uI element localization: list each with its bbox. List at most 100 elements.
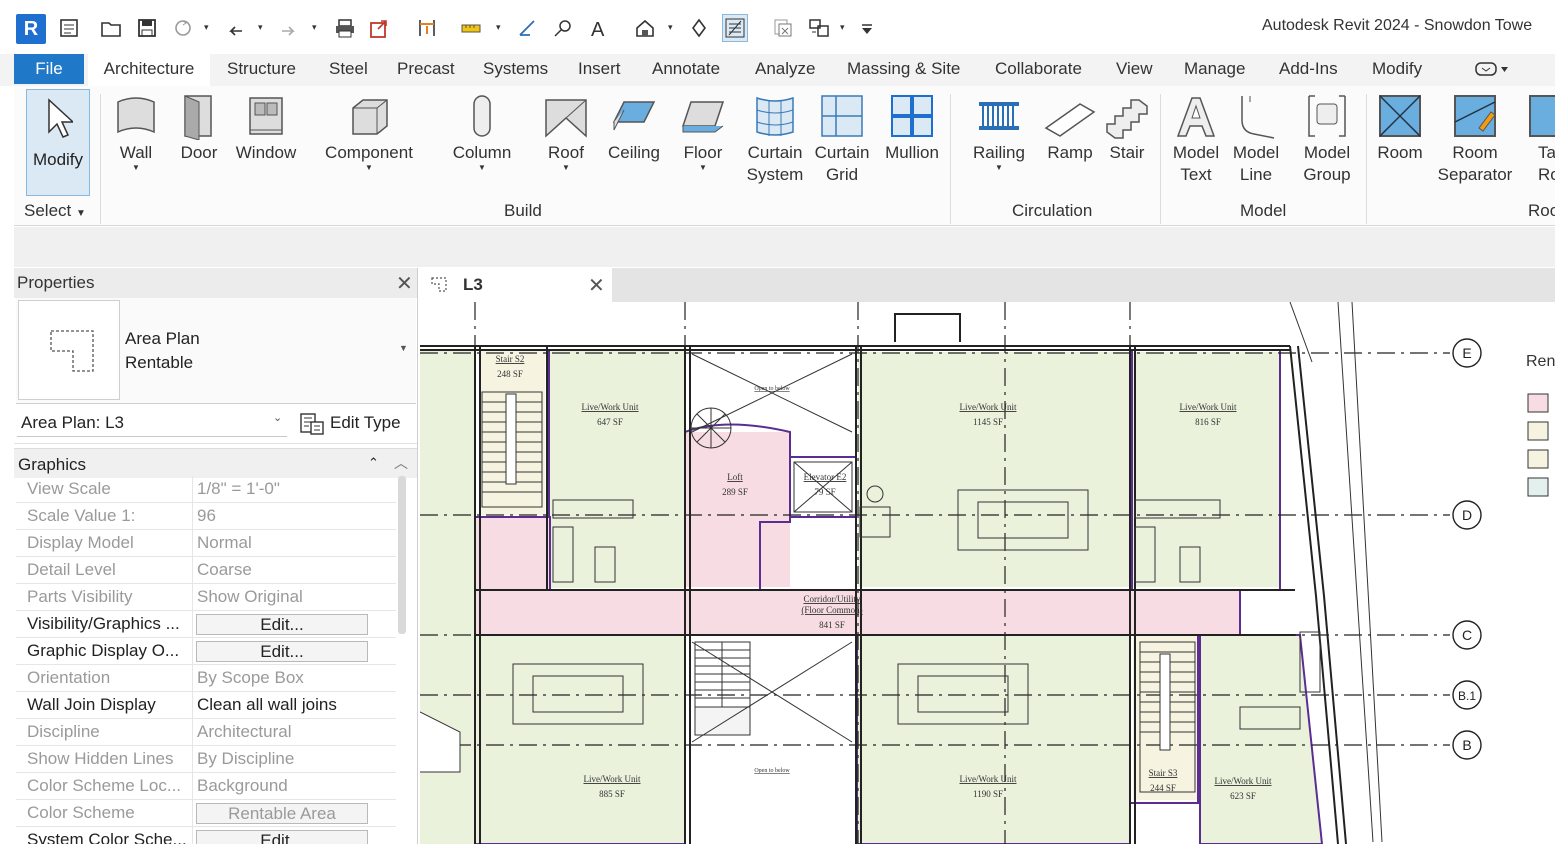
tag-room-tool[interactable]: Ta Roo bbox=[1526, 86, 1555, 186]
property-row[interactable]: Discipline Architectural bbox=[16, 719, 396, 746]
floor-tool[interactable]: Floor ▼ bbox=[678, 86, 728, 172]
open-icon[interactable] bbox=[98, 14, 124, 42]
model-text-tool[interactable]: Model Text bbox=[1168, 86, 1224, 186]
undo-icon[interactable] bbox=[222, 14, 248, 42]
switch-windows-icon[interactable] bbox=[806, 14, 832, 42]
angular-dimension-icon[interactable] bbox=[514, 14, 540, 42]
redo-icon[interactable] bbox=[276, 14, 302, 42]
print-icon[interactable] bbox=[332, 14, 358, 42]
export-icon[interactable] bbox=[366, 14, 392, 42]
tab-systems[interactable]: Systems bbox=[483, 59, 548, 79]
type-selector[interactable]: Area Plan Rentable ▼ bbox=[16, 298, 416, 404]
tab-precast[interactable]: Precast bbox=[397, 59, 455, 79]
stair-tool[interactable]: Stair bbox=[1102, 86, 1152, 164]
roof-tool[interactable]: Roof ▼ bbox=[542, 86, 590, 172]
aligned-dimension-icon[interactable] bbox=[414, 14, 440, 42]
ramp-tool[interactable]: Ramp bbox=[1044, 86, 1096, 164]
room-separator-tool[interactable]: Room Separator bbox=[1434, 86, 1516, 186]
window-tool[interactable]: Window bbox=[230, 86, 302, 164]
section-icon[interactable] bbox=[686, 14, 712, 42]
component-tool[interactable]: Component ▼ bbox=[316, 86, 422, 172]
property-edit-button[interactable]: Edit... bbox=[196, 641, 368, 662]
tab-add-ins[interactable]: Add-Ins bbox=[1279, 59, 1338, 79]
property-row[interactable]: Show Hidden Lines By Discipline bbox=[16, 746, 396, 773]
tag-by-category-icon[interactable] bbox=[550, 14, 576, 42]
property-row[interactable]: Orientation By Scope Box bbox=[16, 665, 396, 692]
mullion-tool[interactable]: Mullion bbox=[880, 86, 944, 164]
curtain-grid-tool[interactable]: Curtain Grid bbox=[812, 86, 872, 186]
redo-dropdown-icon[interactable]: ▾ bbox=[312, 22, 317, 33]
view-tab-l3[interactable]: L3 ✕ bbox=[420, 268, 612, 302]
curtain-system-tool[interactable]: Curtain System bbox=[742, 86, 808, 186]
tab-massing-site[interactable]: Massing & Site bbox=[847, 59, 960, 79]
select-panel-dropdown[interactable]: Select ▼ bbox=[24, 201, 86, 221]
text-icon[interactable]: A bbox=[586, 14, 612, 42]
property-row[interactable]: Graphic Display O... Edit... bbox=[16, 638, 396, 665]
tab-view[interactable]: View bbox=[1116, 59, 1153, 79]
revit-logo[interactable]: R bbox=[16, 14, 46, 44]
property-edit-button[interactable]: Edit... bbox=[196, 614, 368, 635]
recent-files-icon[interactable] bbox=[56, 14, 82, 42]
column-tool[interactable]: Column ▼ bbox=[444, 86, 520, 172]
legend-title: Ren bbox=[1526, 353, 1555, 370]
property-row[interactable]: Visibility/Graphics ... Edit... bbox=[16, 611, 396, 638]
properties-scrollbar[interactable] bbox=[398, 476, 406, 634]
sync-icon[interactable] bbox=[170, 14, 196, 42]
tab-manage[interactable]: Manage bbox=[1184, 59, 1245, 79]
tab-structure[interactable]: Structure bbox=[227, 59, 296, 79]
thin-lines-icon[interactable] bbox=[722, 14, 748, 42]
tab-collaborate[interactable]: Collaborate bbox=[995, 59, 1082, 79]
collapse-icon[interactable]: ⌃ bbox=[368, 455, 379, 471]
save-icon[interactable] bbox=[134, 14, 160, 42]
property-edit-button[interactable]: Edit... bbox=[196, 830, 368, 844]
property-row[interactable]: Scale Value 1: 96 bbox=[16, 503, 396, 530]
tab-file[interactable]: File bbox=[14, 54, 84, 84]
tab-steel[interactable]: Steel bbox=[329, 59, 368, 79]
model-group-tool[interactable]: Model Group bbox=[1296, 86, 1358, 186]
undo-dropdown-icon[interactable]: ▾ bbox=[258, 22, 263, 33]
close-icon[interactable]: ✕ bbox=[396, 271, 413, 296]
property-row[interactable]: System Color Sche... Edit... bbox=[16, 827, 396, 844]
property-row[interactable]: View Scale 1/8" = 1'-0" bbox=[16, 476, 396, 503]
property-row[interactable]: Detail Level Coarse bbox=[16, 557, 396, 584]
modify-tool[interactable]: Modify bbox=[26, 89, 90, 196]
ceiling-tool[interactable]: Ceiling bbox=[604, 86, 664, 164]
property-row[interactable]: Display Model Normal bbox=[16, 530, 396, 557]
customize-toolbar-icon[interactable] bbox=[854, 14, 880, 42]
railing-tool[interactable]: Railing ▼ bbox=[968, 86, 1030, 172]
property-edit-button[interactable]: Rentable Area bbox=[196, 803, 368, 824]
model-line-tool[interactable]: Model Line bbox=[1228, 86, 1284, 186]
tab-annotate[interactable]: Annotate bbox=[652, 59, 720, 79]
chevron-down-icon[interactable]: ⌄ bbox=[273, 411, 282, 424]
graphics-section-header[interactable]: Graphics ⌃ ︿ bbox=[14, 448, 417, 478]
measure-dropdown-icon[interactable]: ▾ bbox=[496, 22, 501, 33]
scroll-up-icon[interactable]: ︿ bbox=[394, 453, 408, 473]
close-icon[interactable]: ✕ bbox=[588, 273, 605, 298]
measure-icon[interactable] bbox=[458, 14, 484, 42]
tab-architecture[interactable]: Architecture bbox=[88, 54, 210, 86]
property-value[interactable]: Clean all wall joins bbox=[197, 695, 337, 715]
drawing-canvas[interactable]: Stair S2 248 SF Live/Work Unit 647 SF Open t… bbox=[420, 302, 1555, 844]
stair-icon bbox=[1106, 99, 1148, 139]
3d-view-dropdown-icon[interactable]: ▾ bbox=[668, 22, 673, 33]
properties-title: Properties bbox=[17, 273, 95, 292]
switch-windows-dropdown-icon[interactable]: ▾ bbox=[840, 22, 845, 33]
instance-filter-dropdown[interactable]: Area Plan: L3 bbox=[17, 409, 287, 437]
property-row[interactable]: Color Scheme Loc... Background bbox=[16, 773, 396, 800]
floor-plan-drawing[interactable]: Stair S2 248 SF Live/Work Unit 647 SF Open t… bbox=[420, 302, 1555, 844]
tab-analyze[interactable]: Analyze bbox=[755, 59, 815, 79]
property-row[interactable]: Color Scheme Rentable Area bbox=[16, 800, 396, 827]
wall-tool[interactable]: Wall ▼ bbox=[110, 86, 162, 172]
property-row[interactable]: Wall Join Display Clean all wall joins bbox=[16, 692, 396, 719]
tab-insert[interactable]: Insert bbox=[578, 59, 621, 79]
edit-type-button[interactable]: Edit Type bbox=[297, 409, 412, 437]
close-inactive-views-icon[interactable] bbox=[770, 14, 796, 42]
chevron-down-icon[interactable]: ▼ bbox=[399, 343, 408, 353]
default-3d-view-icon[interactable] bbox=[632, 14, 658, 42]
sync-dropdown-icon[interactable]: ▾ bbox=[204, 22, 209, 33]
contextual-tab-dropdown-icon[interactable] bbox=[1474, 60, 1510, 83]
door-tool[interactable]: Door bbox=[174, 86, 224, 164]
property-row[interactable]: Parts Visibility Show Original bbox=[16, 584, 396, 611]
tab-modify[interactable]: Modify bbox=[1372, 59, 1422, 79]
room-tool[interactable]: Room bbox=[1372, 86, 1428, 164]
